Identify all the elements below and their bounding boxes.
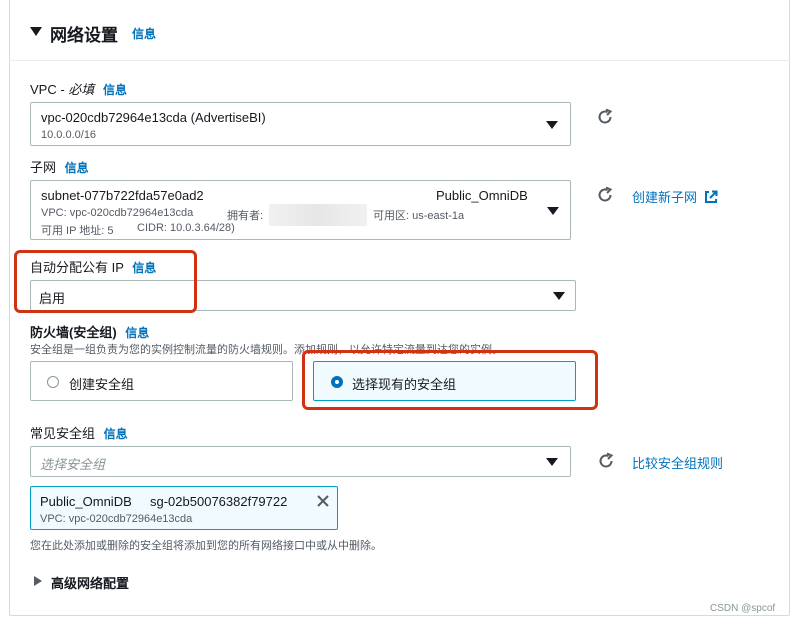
- subnet-cidr: CIDR: 10.0.3.64/28): [137, 222, 235, 234]
- radio-circle[interactable]: [47, 376, 59, 388]
- sg-footnote: 您在此处添加或删除的安全组将添加到您的所有网络接口中或从中删除。: [30, 540, 382, 552]
- vpc-label: VPC - 必填 信息: [30, 82, 127, 97]
- subnet-info-link[interactable]: 信息: [65, 161, 89, 175]
- create-subnet-link[interactable]: 创建新子网: [632, 187, 718, 206]
- refresh-icon[interactable]: [596, 108, 614, 126]
- vpc-info-link[interactable]: 信息: [103, 83, 127, 97]
- subnet-az: 可用区: us-east-1a: [373, 210, 465, 222]
- external-link-icon: [704, 190, 718, 203]
- subnet-name: Public_OmniDB: [436, 188, 528, 203]
- highlight-auto-ip: [14, 250, 197, 313]
- header-divider: [9, 60, 790, 61]
- close-icon[interactable]: [316, 494, 330, 508]
- refresh-icon[interactable]: [596, 186, 614, 204]
- firewall-info-link[interactable]: 信息: [125, 326, 149, 340]
- section-title: 网络设置: [50, 26, 118, 45]
- advanced-label: 高级网络配置: [51, 576, 130, 591]
- subnet-id: subnet-077b722fda57e0ad2: [41, 188, 204, 203]
- common-sg-label: 常见安全组 信息: [30, 426, 128, 441]
- sg-token-vpc: VPC: vpc-020cdb72964e13cda: [40, 513, 193, 525]
- vpc-value: vpc-020cdb72964e13cda (AdvertiseBI): [41, 110, 266, 125]
- common-sg-info-link[interactable]: 信息: [104, 427, 128, 441]
- sg-select-placeholder: 选择安全组: [40, 457, 106, 472]
- vpc-required: 必填: [68, 82, 95, 97]
- chevron-down-icon: [546, 458, 558, 466]
- chevron-down-icon: [546, 121, 558, 129]
- subnet-ip-count: 可用 IP 地址: 5: [41, 225, 114, 237]
- compare-sg-rules-link[interactable]: 比较安全组规则: [632, 453, 723, 472]
- firewall-label: 防火墙(安全组) 信息: [30, 325, 150, 340]
- subnet-owner-label: 拥有者:: [227, 210, 264, 222]
- selected-sg-token: Public_OmniDB sg-02b50076382f79722 VPC: …: [30, 486, 338, 530]
- chevron-down-icon: [553, 292, 565, 300]
- caret-right-icon: [34, 576, 42, 586]
- radio-create-sg-label: 创建安全组: [69, 377, 135, 392]
- chevron-down-icon: [547, 207, 559, 215]
- sg-token-id: sg-02b50076382f79722: [150, 494, 288, 509]
- subnet-select[interactable]: subnet-077b722fda57e0ad2 Public_OmniDB V…: [30, 180, 571, 240]
- redacted-owner: [269, 204, 367, 226]
- refresh-icon[interactable]: [597, 452, 615, 470]
- vpc-cidr: 10.0.0.0/16: [41, 129, 97, 141]
- radio-create-sg[interactable]: 创建安全组: [30, 361, 293, 401]
- section-info-link[interactable]: 信息: [132, 25, 156, 42]
- sg-select[interactable]: 选择安全组: [30, 446, 571, 477]
- subnet-label: 子网 信息: [30, 160, 89, 175]
- watermark: CSDN @spcof: [710, 603, 776, 614]
- collapse-caret-icon[interactable]: [30, 27, 42, 36]
- sg-token-name: Public_OmniDB: [40, 494, 132, 509]
- vpc-select[interactable]: vpc-020cdb72964e13cda (AdvertiseBI) 10.0…: [30, 102, 571, 146]
- subnet-vpc: VPC: vpc-020cdb72964e13cda: [41, 207, 194, 219]
- highlight-select-existing: [302, 350, 598, 410]
